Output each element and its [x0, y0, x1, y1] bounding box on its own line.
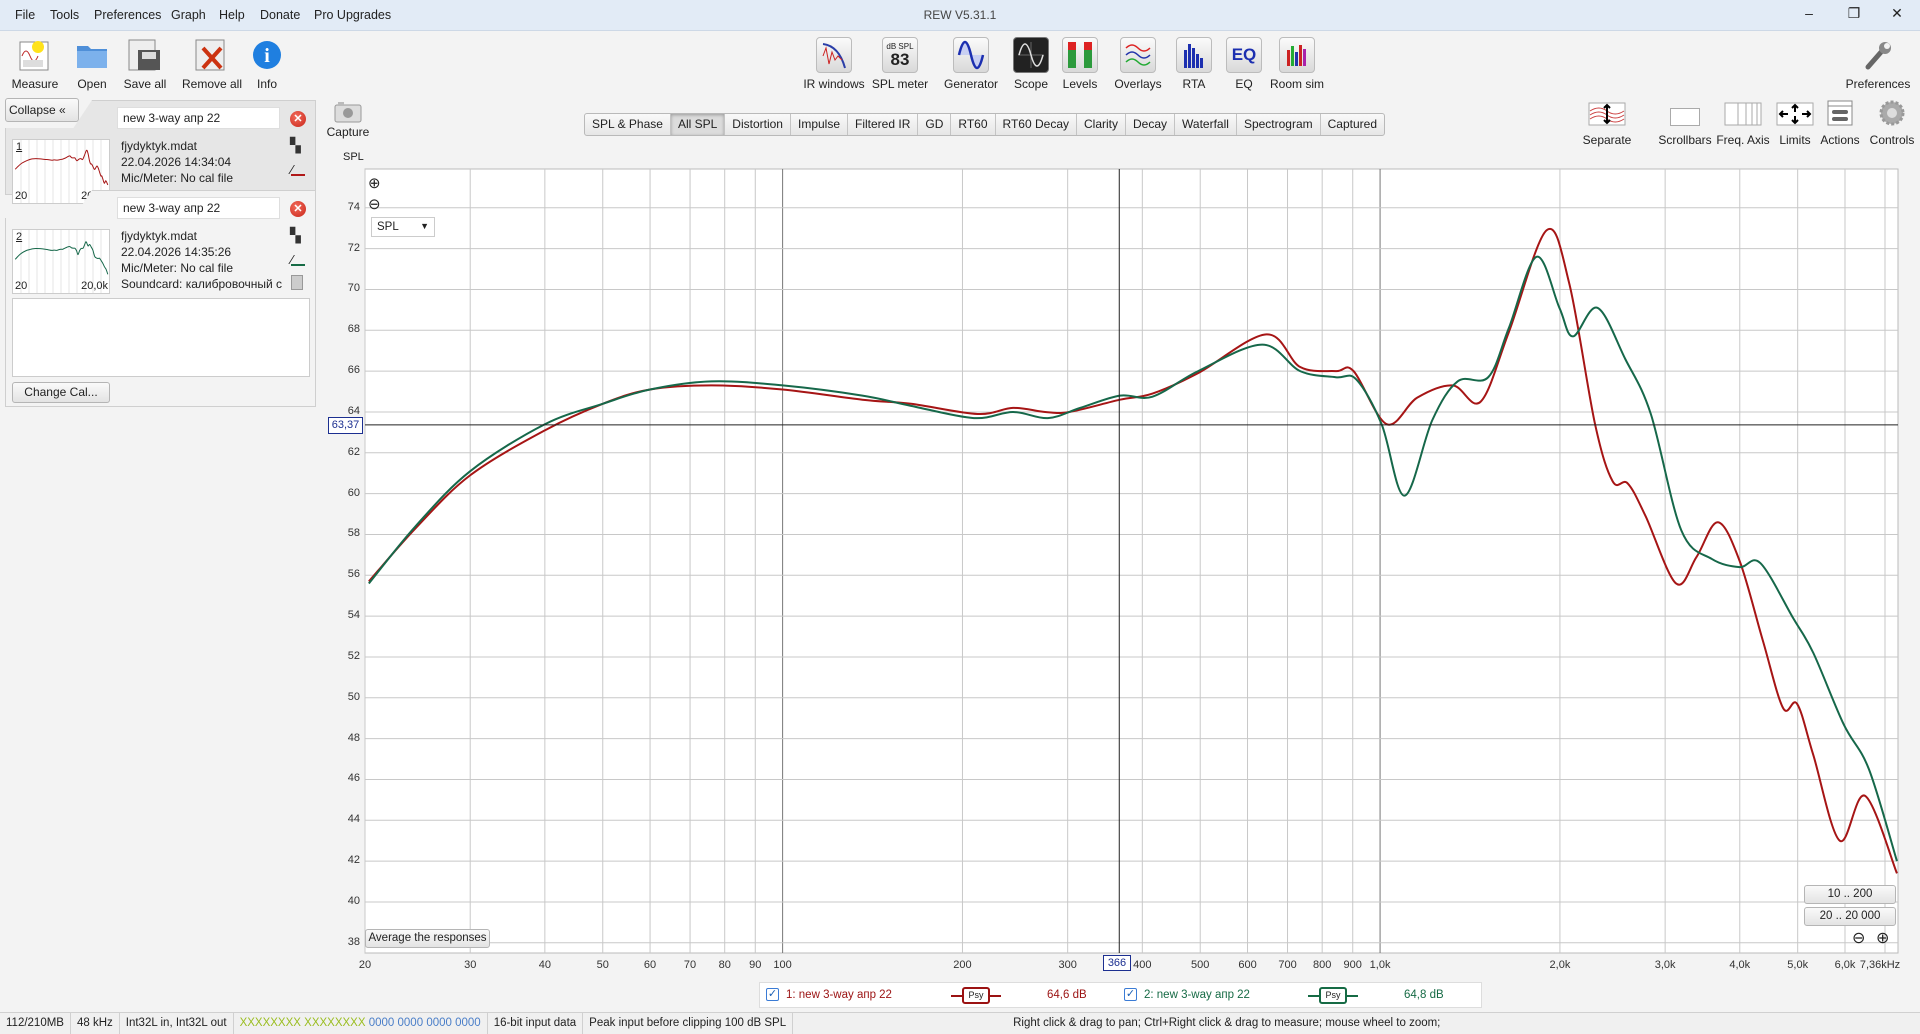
- status-sample-rate: 48 kHz: [71, 1013, 120, 1034]
- status-bits: XXXXXXXX XXXXXXXX 0000 0000 0000 0000: [234, 1013, 488, 1034]
- status-hint: Right click & drag to pan; Ctrl+Right cl…: [1013, 1017, 1441, 1029]
- x-tick-label: 5,0k: [1787, 959, 1809, 971]
- legend-value-2: 64,8 dB: [1404, 989, 1444, 1001]
- x-tick-label: 70: [683, 959, 697, 971]
- zoom-in-icon[interactable]: ⊕: [368, 174, 381, 192]
- status-format: Int32L in, Int32L out: [120, 1013, 234, 1034]
- x-tick-label: 6,0k: [1834, 959, 1856, 971]
- zoom-in-x-icon[interactable]: ⊕: [1876, 928, 1889, 948]
- zoom-out-x-icon[interactable]: ⊖: [1852, 928, 1865, 948]
- y-tick-label: 46: [347, 772, 360, 785]
- status-in-bits: XXXXXXXX: [239, 1017, 301, 1029]
- legend-value-1: 64,6 dB: [1047, 989, 1087, 1001]
- average-responses-button[interactable]: Average the responses: [365, 929, 490, 948]
- y-tick-label: 72: [347, 241, 360, 254]
- spl-chart[interactable]: [0, 0, 1920, 1034]
- cursor-y-readout: 63,37: [328, 417, 363, 434]
- y-tick-label: 70: [347, 282, 360, 295]
- legend: ✓ 1: new 3-way апр 22 Psy 64,6 dB ✓ 2: n…: [759, 982, 1482, 1008]
- range-10-200-button[interactable]: 10 .. 200: [1804, 885, 1896, 904]
- x-tick-label: 4,0k: [1729, 959, 1751, 971]
- y-tick-label: 40: [347, 894, 360, 907]
- x-tick-label: 60: [643, 959, 657, 971]
- x-tick-label: 1,0k: [1369, 959, 1391, 971]
- legend-checkbox-2[interactable]: ✓: [1124, 988, 1137, 1001]
- y-tick-label: 64: [347, 404, 360, 417]
- y-tick-label: 56: [347, 568, 360, 581]
- status-bits-b: 0000 0000: [426, 1017, 481, 1029]
- x-tick-label: 3,0k: [1654, 959, 1676, 971]
- graph-type-select[interactable]: SPL ▼: [371, 217, 435, 237]
- legend-badge-1[interactable]: Psy: [962, 987, 990, 1004]
- x-tick-label: 20: [358, 959, 372, 971]
- status-peak: Peak input before clipping 100 dB SPL: [583, 1013, 794, 1034]
- y-tick-label: 52: [347, 649, 360, 662]
- status-out-bits: XXXXXXXX: [304, 1017, 366, 1029]
- y-tick-label: 66: [347, 364, 360, 377]
- x-tick-label: 7,36kHz: [1859, 959, 1901, 971]
- y-tick-label: 38: [347, 935, 360, 948]
- legend-checkbox-1[interactable]: ✓: [766, 988, 779, 1001]
- y-tick-label: 42: [347, 854, 360, 867]
- x-tick-label: 100: [773, 959, 792, 971]
- status-bar: 112/210MB 48 kHz Int32L in, Int32L out X…: [0, 1012, 1920, 1034]
- y-tick-label: 44: [347, 813, 360, 826]
- legend-badge-2[interactable]: Psy: [1319, 987, 1347, 1004]
- legend-label-2: 2: new 3-way апр 22: [1144, 989, 1250, 1001]
- graph-type-value: SPL: [377, 221, 399, 233]
- plot-area: [364, 168, 1899, 954]
- x-tick-label: 40: [538, 959, 551, 971]
- x-tick-label: 90: [749, 959, 762, 971]
- x-tick-label: 30: [464, 959, 477, 971]
- y-tick-label: 74: [347, 200, 360, 213]
- y-tick-label: 60: [347, 486, 360, 499]
- y-tick-label: 48: [347, 731, 360, 744]
- x-tick-label: 2,0k: [1549, 959, 1571, 971]
- x-tick-label: 500: [1191, 959, 1210, 971]
- x-tick-label: 700: [1278, 959, 1297, 971]
- status-input-data: 16-bit input data: [488, 1013, 584, 1034]
- status-bits-a: 0000 0000: [368, 1017, 424, 1029]
- y-tick-label: 58: [347, 527, 360, 540]
- x-tick-label: 400: [1133, 959, 1152, 971]
- chevron-down-icon: ▼: [420, 221, 429, 231]
- x-tick-label: 50: [596, 959, 609, 971]
- x-tick-label: 80: [718, 959, 731, 971]
- x-tick-label: 300: [1058, 959, 1077, 971]
- y-tick-label: 62: [347, 445, 360, 458]
- cursor-x-readout: 366: [1103, 955, 1131, 971]
- range-20-20000-button[interactable]: 20 .. 20 000: [1804, 907, 1896, 926]
- x-tick-label: 800: [1312, 959, 1332, 971]
- legend-label-1: 1: new 3-way апр 22: [786, 989, 892, 1001]
- x-tick-label: 900: [1343, 959, 1362, 971]
- zoom-out-icon[interactable]: ⊖: [368, 195, 381, 213]
- y-tick-label: 54: [347, 609, 360, 622]
- y-tick-label: 68: [347, 323, 360, 336]
- x-tick-label: 200: [953, 959, 972, 971]
- status-memory: 112/210MB: [0, 1013, 71, 1034]
- x-tick-label: 600: [1238, 959, 1257, 971]
- y-tick-label: 50: [347, 690, 360, 703]
